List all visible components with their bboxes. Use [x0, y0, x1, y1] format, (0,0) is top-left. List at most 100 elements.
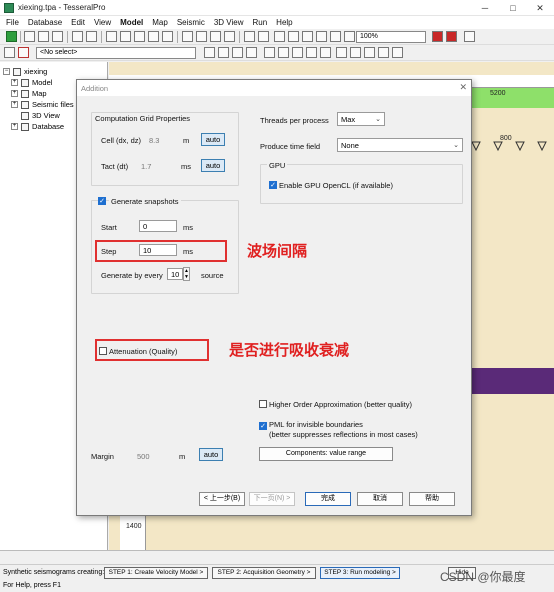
run-icon[interactable] [6, 31, 17, 42]
menu-seismic[interactable]: Seismic [173, 16, 210, 29]
open-folder-icon[interactable] [38, 31, 49, 42]
import-icon[interactable] [258, 31, 269, 42]
fill-icon[interactable] [148, 31, 159, 42]
cancel-button[interactable]: 取消 [357, 492, 403, 506]
picture-icon[interactable] [274, 31, 285, 42]
cut-icon[interactable] [264, 47, 275, 58]
copy-icon[interactable] [278, 47, 289, 58]
menu-edit[interactable]: Edit [67, 16, 90, 29]
display-icon[interactable] [288, 31, 299, 42]
time-field-select[interactable]: None ⌄ [337, 138, 463, 152]
start-input[interactable]: 0 [139, 220, 177, 232]
receiver-marker [537, 141, 547, 152]
curve-icon[interactable] [162, 31, 173, 42]
zoom-out-icon[interactable] [330, 31, 341, 42]
step2-button[interactable]: STEP 2: Acquisition Geometry > [212, 567, 316, 579]
next-button[interactable]: 下一页(N) > [249, 492, 295, 506]
image-icon[interactable] [210, 31, 221, 42]
expand-icon[interactable]: + [11, 79, 18, 86]
margin-auto-button[interactable]: auto [199, 448, 223, 461]
gpu-checkbox[interactable]: ✓ [269, 181, 277, 189]
save-icon[interactable] [52, 31, 63, 42]
step1-button[interactable]: STEP 1: Create Velocity Model > [104, 567, 208, 579]
point-icon[interactable] [336, 47, 347, 58]
cell-auto-button[interactable]: auto [201, 133, 225, 146]
pml-checkbox[interactable]: ✓ [259, 422, 267, 430]
ruler-icon[interactable] [224, 31, 235, 42]
table-icon[interactable] [182, 31, 193, 42]
grid-icon[interactable] [106, 31, 117, 42]
undo-icon[interactable] [72, 31, 83, 42]
object-select-combo[interactable]: <No select> [36, 47, 196, 59]
threads-select[interactable]: Max ⌄ [337, 112, 385, 126]
finish-button[interactable]: 完成 [305, 492, 351, 506]
menu-help[interactable]: Help [272, 16, 297, 29]
tact-auto-button[interactable]: auto [201, 159, 225, 172]
check-icon[interactable] [378, 47, 389, 58]
snapshots-checkbox[interactable]: ✓ [98, 197, 106, 205]
menu-map[interactable]: Map [148, 16, 173, 29]
menu-model[interactable]: Model [116, 16, 148, 29]
every-input[interactable]: 10 [167, 268, 183, 280]
close-button[interactable]: ✕ [527, 1, 553, 15]
select-icon[interactable] [364, 47, 375, 58]
menu-file[interactable]: File [2, 16, 24, 29]
tree-item-map[interactable]: + Map [11, 88, 47, 99]
title-bar: xiexing.tpa - TesseralPro ─ □ ✕ [0, 0, 554, 16]
help-button[interactable]: 帮助 [409, 492, 455, 506]
tree-item-model[interactable]: + Model [11, 77, 52, 88]
collapse-icon[interactable]: − [3, 68, 10, 75]
matrix-icon[interactable] [196, 31, 207, 42]
tree-item-database[interactable]: + Database [11, 121, 64, 132]
tree-item-xiexing[interactable]: − xiexing [3, 66, 47, 77]
menu-view[interactable]: View [90, 16, 116, 29]
generate-every-label: Generate by every [101, 271, 163, 280]
layers-icon[interactable] [120, 31, 131, 42]
higher-order-checkbox[interactable] [259, 400, 267, 408]
dialog-close-icon[interactable]: ✕ [459, 82, 467, 93]
step3-button[interactable]: STEP 3: Run modeling > [320, 567, 400, 579]
minimize-button[interactable]: ─ [472, 1, 498, 15]
expand-icon[interactable]: + [11, 90, 18, 97]
components-button[interactable]: Components: value range [259, 447, 393, 461]
properties-icon[interactable] [392, 47, 403, 58]
step-annotation: 波场间隔 [247, 243, 308, 260]
pin-icon[interactable] [4, 47, 15, 58]
menu-database[interactable]: Database [24, 16, 67, 29]
zoom-in-icon[interactable] [316, 31, 327, 42]
zoom-combo[interactable]: 100% [356, 31, 426, 43]
redo-icon[interactable] [86, 31, 97, 42]
zoom-fit-icon[interactable] [344, 31, 355, 42]
arrow-icon[interactable] [350, 47, 361, 58]
delete-icon[interactable] [18, 47, 29, 58]
red-flag-icon[interactable] [446, 31, 457, 42]
toolbar-separator [101, 31, 102, 43]
split-icon[interactable] [232, 47, 243, 58]
back-button[interactable]: < 上一步(B) [199, 492, 245, 506]
polygon-icon[interactable] [134, 31, 145, 42]
every-spinner[interactable]: ▲ ▼ [183, 267, 190, 281]
grid-group-label: Computation Grid Properties [95, 114, 191, 123]
paste-icon[interactable] [292, 47, 303, 58]
menu-3d-view[interactable]: 3D View [210, 16, 249, 29]
every-unit: source [201, 271, 224, 280]
edit-icon[interactable] [306, 47, 317, 58]
tree-item-label: Model [32, 78, 53, 87]
pointer-icon[interactable] [302, 31, 313, 42]
tree-item-seismic-files[interactable]: + Seismic files [11, 99, 74, 110]
new-file-icon[interactable] [24, 31, 35, 42]
expand-icon[interactable]: + [11, 101, 18, 108]
red-marker-icon[interactable] [432, 31, 443, 42]
move-point-icon[interactable] [218, 47, 229, 58]
tree-item-3d-view[interactable]: 3D View [21, 110, 60, 121]
join-icon[interactable] [246, 47, 257, 58]
brush-icon[interactable] [320, 47, 331, 58]
help-pointer-icon[interactable] [464, 31, 475, 42]
menu-run[interactable]: Run [248, 16, 272, 29]
project-icon [13, 67, 21, 76]
horizontal-scrollbar[interactable] [0, 550, 554, 564]
export-icon[interactable] [244, 31, 255, 42]
maximize-button[interactable]: □ [500, 1, 526, 15]
add-point-icon[interactable] [204, 47, 215, 58]
expand-icon[interactable]: + [11, 123, 18, 130]
